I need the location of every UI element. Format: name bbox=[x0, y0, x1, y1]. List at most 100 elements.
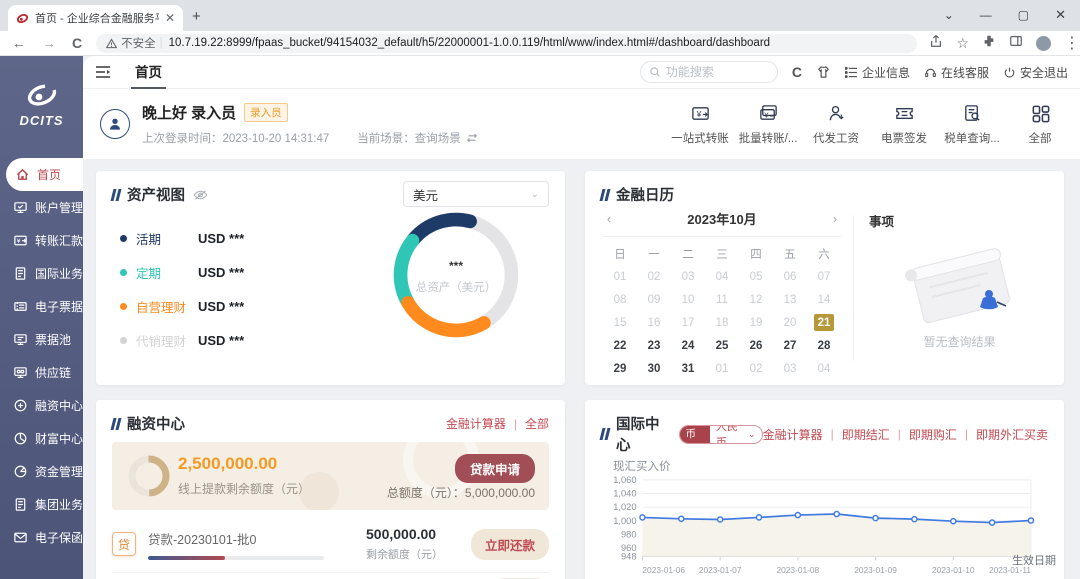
svg-text:2023-01-08: 2023-01-08 bbox=[777, 565, 820, 575]
spot-settlement-link[interactable]: 即期结汇 bbox=[842, 426, 890, 443]
quick-action-all[interactable]: 全部 bbox=[1010, 103, 1070, 146]
calendar-day[interactable]: 25 bbox=[705, 337, 739, 354]
spot-fx-trade-link[interactable]: 即期外汇买卖 bbox=[976, 426, 1048, 443]
sidebar-item-supply-chain[interactable]: 供应链 bbox=[0, 356, 83, 389]
sidebar-item-label: 国际业务 bbox=[35, 265, 83, 282]
address-bar[interactable]: 不安全 | 10.7.19.22:8999/fpaas_bucket/94154… bbox=[96, 34, 917, 53]
calendar-day[interactable]: 26 bbox=[739, 337, 773, 354]
quick-action-payroll[interactable]: 代发工资 bbox=[806, 103, 866, 146]
window-minimize-button[interactable]: — bbox=[980, 8, 992, 22]
calendar-prev-button[interactable]: ‹ bbox=[603, 212, 615, 226]
sidebar-item-wealth[interactable]: 财富中心 bbox=[0, 422, 83, 455]
calendar-next-button[interactable]: › bbox=[829, 212, 841, 226]
intl-calculator-link[interactable]: 金融计算器 bbox=[763, 426, 823, 443]
calendar-day[interactable]: 11 bbox=[705, 291, 739, 308]
new-tab-button[interactable]: + bbox=[192, 8, 201, 25]
sidebar-item-financing[interactable]: 融资中心 bbox=[0, 389, 83, 422]
calendar-day[interactable]: 23 bbox=[637, 337, 671, 354]
sidebar-item-home[interactable]: 首页 bbox=[6, 158, 83, 191]
quick-action-eticket-issue[interactable]: 电票签发 bbox=[874, 103, 934, 146]
quick-action-one-stop-transfer[interactable]: ¥ 一站式转账 bbox=[670, 103, 730, 146]
sidebar-item-bill-pool[interactable]: 票据池 bbox=[0, 323, 83, 356]
currency-type-dropdown[interactable]: 币种 人民币⌄ bbox=[679, 425, 763, 444]
sidebar-item-accounts[interactable]: 账户管理 bbox=[0, 191, 83, 224]
calendar-weekday: 六 bbox=[807, 245, 841, 262]
window-maximize-button[interactable]: ▢ bbox=[1018, 8, 1029, 22]
finance-calculator-link[interactable]: 金融计算器 bbox=[446, 415, 506, 432]
insecure-warning[interactable]: 不安全 | bbox=[106, 35, 163, 51]
loan-apply-button[interactable]: 贷款申请 bbox=[455, 454, 535, 483]
refresh-icon[interactable]: C bbox=[792, 64, 802, 80]
calendar-day[interactable]: 07 bbox=[807, 268, 841, 285]
theme-skin-icon[interactable] bbox=[816, 65, 831, 79]
calendar-day[interactable]: 12 bbox=[739, 291, 773, 308]
calendar-day[interactable]: 01 bbox=[603, 268, 637, 285]
calendar-day[interactable]: 20 bbox=[773, 314, 807, 331]
window-close-button[interactable]: ✕ bbox=[1055, 7, 1066, 23]
currency-dropdown[interactable]: 美元 ⌄ bbox=[403, 181, 549, 207]
calendar-day[interactable]: 13 bbox=[773, 291, 807, 308]
quick-action-tax-query[interactable]: 税单查询... bbox=[942, 103, 1002, 146]
calendar-day[interactable]: 08 bbox=[603, 291, 637, 308]
divider bbox=[853, 215, 854, 361]
calendar-day[interactable]: 17 bbox=[671, 314, 705, 331]
bookmark-star-icon[interactable]: ☆ bbox=[956, 35, 969, 52]
menu-kebab-icon[interactable]: ⋮ bbox=[1064, 33, 1080, 53]
company-info-link[interactable]: 企业信息 bbox=[845, 64, 910, 81]
spot-purchase-link[interactable]: 即期购汇 bbox=[909, 426, 957, 443]
calendar-day[interactable]: 02 bbox=[739, 360, 773, 377]
repay-now-button[interactable]: 立即还款 bbox=[471, 529, 549, 560]
calendar-day[interactable]: 06 bbox=[773, 268, 807, 285]
calendar-day[interactable]: 05 bbox=[739, 268, 773, 285]
sidebar-item-transfer[interactable]: ¥ 转账汇款 bbox=[0, 224, 83, 257]
browser-tab[interactable]: 首页 - 企业综合金融服务平台 ✕ bbox=[8, 5, 183, 31]
back-button[interactable]: ← bbox=[12, 35, 26, 51]
share-icon[interactable] bbox=[929, 34, 943, 53]
function-search[interactable] bbox=[640, 61, 778, 83]
calendar-day[interactable]: 24 bbox=[671, 337, 705, 354]
quick-action-batch-transfer[interactable]: ¥ 批量转账/... bbox=[738, 103, 798, 146]
extensions-puzzle-icon[interactable] bbox=[982, 34, 996, 53]
collapse-menu-icon[interactable] bbox=[95, 65, 111, 79]
forward-button[interactable]: → bbox=[42, 35, 56, 51]
calendar-day[interactable]: 14 bbox=[807, 291, 841, 308]
tab-home[interactable]: 首页 bbox=[135, 56, 162, 89]
calendar-day[interactable]: 04 bbox=[807, 360, 841, 377]
calendar-day[interactable]: 01 bbox=[705, 360, 739, 377]
reload-button[interactable]: C bbox=[72, 35, 82, 51]
financing-all-link[interactable]: 全部 bbox=[525, 415, 549, 432]
user-avatar[interactable] bbox=[100, 109, 130, 139]
search-input[interactable] bbox=[666, 65, 766, 79]
calendar-day[interactable]: 09 bbox=[637, 291, 671, 308]
sidebar-item-ebills[interactable]: 电子票据 bbox=[0, 290, 83, 323]
online-service-link[interactable]: 在线客服 bbox=[924, 64, 989, 81]
calendar-day[interactable]: 21 bbox=[814, 314, 834, 331]
eye-off-icon[interactable] bbox=[193, 189, 208, 201]
calendar-day[interactable]: 03 bbox=[773, 360, 807, 377]
calendar-day[interactable]: 03 bbox=[671, 268, 705, 285]
sidebar-item-international[interactable]: 国际业务 bbox=[0, 257, 83, 290]
calendar-day[interactable]: 19 bbox=[739, 314, 773, 331]
tab-close-icon[interactable]: ✕ bbox=[165, 12, 175, 24]
calendar-day[interactable]: 28 bbox=[807, 337, 841, 354]
calendar-day[interactable]: 16 bbox=[637, 314, 671, 331]
profile-avatar[interactable] bbox=[1036, 36, 1051, 51]
svg-text:2023-01-07: 2023-01-07 bbox=[699, 565, 742, 575]
sidebar-item-guarantee[interactable]: 电子保函 bbox=[0, 521, 83, 554]
safe-exit-link[interactable]: 安全退出 bbox=[1003, 64, 1068, 81]
calendar-day[interactable]: 31 bbox=[671, 360, 705, 377]
calendar-day[interactable]: 02 bbox=[637, 268, 671, 285]
calendar-day[interactable]: 04 bbox=[705, 268, 739, 285]
sidebar-item-funds[interactable]: 资金管理 bbox=[0, 455, 83, 488]
calendar-day[interactable]: 15 bbox=[603, 314, 637, 331]
switch-scene-icon[interactable] bbox=[466, 133, 478, 143]
sidebar-item-group[interactable]: 集团业务 bbox=[0, 488, 83, 521]
window-chevron-icon[interactable]: ⌄ bbox=[944, 8, 954, 22]
calendar-day[interactable]: 30 bbox=[637, 360, 671, 377]
side-panel-icon[interactable] bbox=[1009, 34, 1023, 53]
calendar-day[interactable]: 22 bbox=[603, 337, 637, 354]
calendar-day[interactable]: 18 bbox=[705, 314, 739, 331]
calendar-day[interactable]: 29 bbox=[603, 360, 637, 377]
calendar-day[interactable]: 10 bbox=[671, 291, 705, 308]
calendar-day[interactable]: 27 bbox=[773, 337, 807, 354]
